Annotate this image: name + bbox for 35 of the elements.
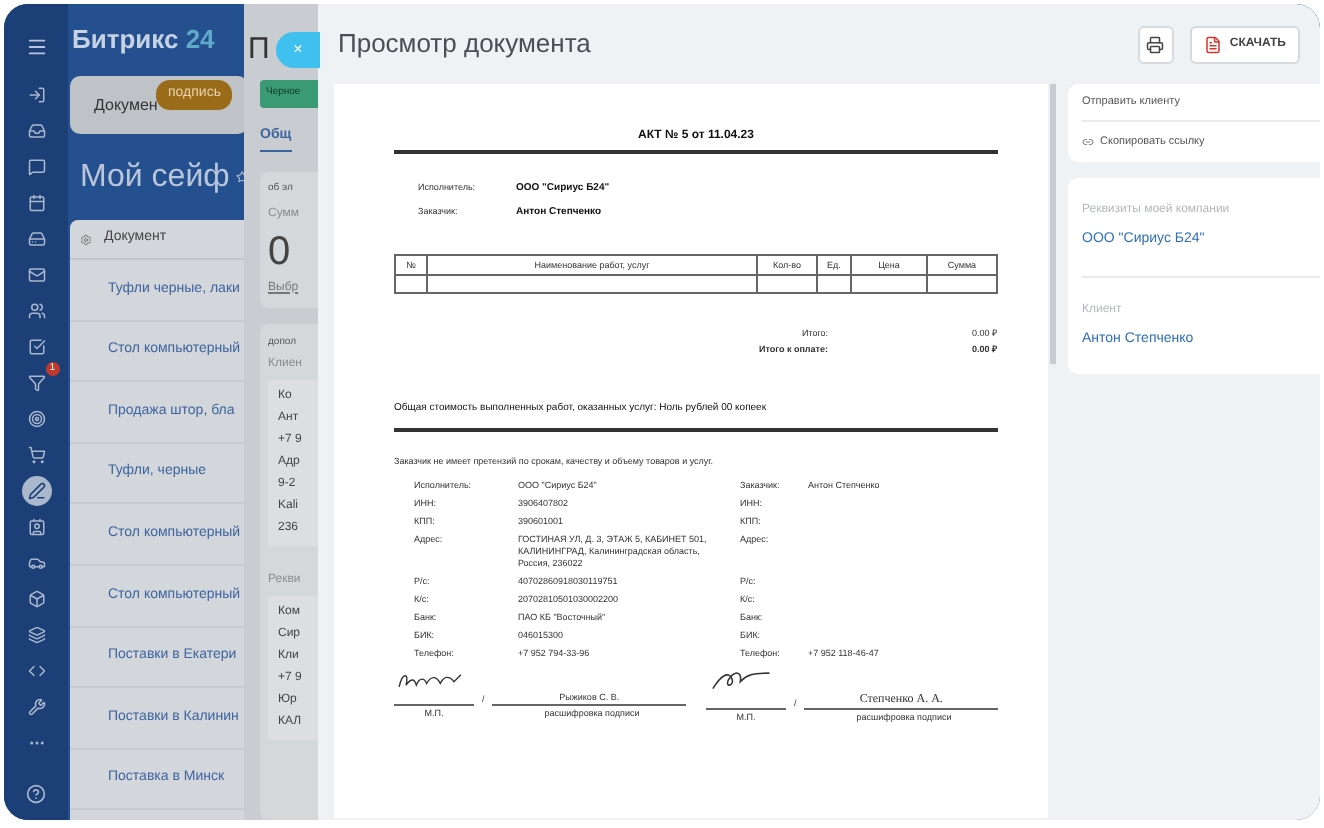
chat-icon xyxy=(27,158,45,176)
star-icon[interactable] xyxy=(235,168,248,186)
cart-icon xyxy=(27,446,45,464)
print-button[interactable] xyxy=(1137,25,1174,63)
sidebar-item[interactable] xyxy=(21,476,51,506)
panel-title: П xyxy=(248,32,270,68)
viewer-title: Просмотр документа xyxy=(338,26,593,63)
layers-icon xyxy=(27,626,45,644)
logo: Битрикс 24 xyxy=(72,22,215,59)
pdf-file-icon xyxy=(1203,35,1222,53)
printer-icon xyxy=(1146,35,1165,53)
checkbox-icon xyxy=(27,338,45,356)
target-icon xyxy=(27,410,45,428)
filter-icon xyxy=(27,374,45,392)
settings-icon[interactable] xyxy=(80,233,92,245)
calendar-icon xyxy=(27,194,45,212)
scrollbar[interactable] xyxy=(1050,84,1056,364)
contact-icon xyxy=(27,518,45,536)
box-icon xyxy=(27,590,45,608)
inbox-icon xyxy=(27,122,45,140)
document-tab[interactable]: Докумен xyxy=(94,93,158,117)
link-icon xyxy=(1082,136,1094,148)
wrench-icon xyxy=(27,698,45,716)
pen-icon xyxy=(27,482,45,500)
car-icon xyxy=(27,554,45,572)
sum-value: 0 xyxy=(268,231,293,271)
drive-icon xyxy=(27,230,45,248)
page-title: Мой сейф xyxy=(80,157,230,197)
code-icon xyxy=(27,662,45,680)
mail-icon xyxy=(27,266,45,284)
login-icon xyxy=(27,86,45,104)
signature-icon xyxy=(394,668,466,692)
menu-icon[interactable] xyxy=(25,36,47,58)
people-icon xyxy=(27,302,45,320)
help-icon[interactable] xyxy=(26,784,46,804)
